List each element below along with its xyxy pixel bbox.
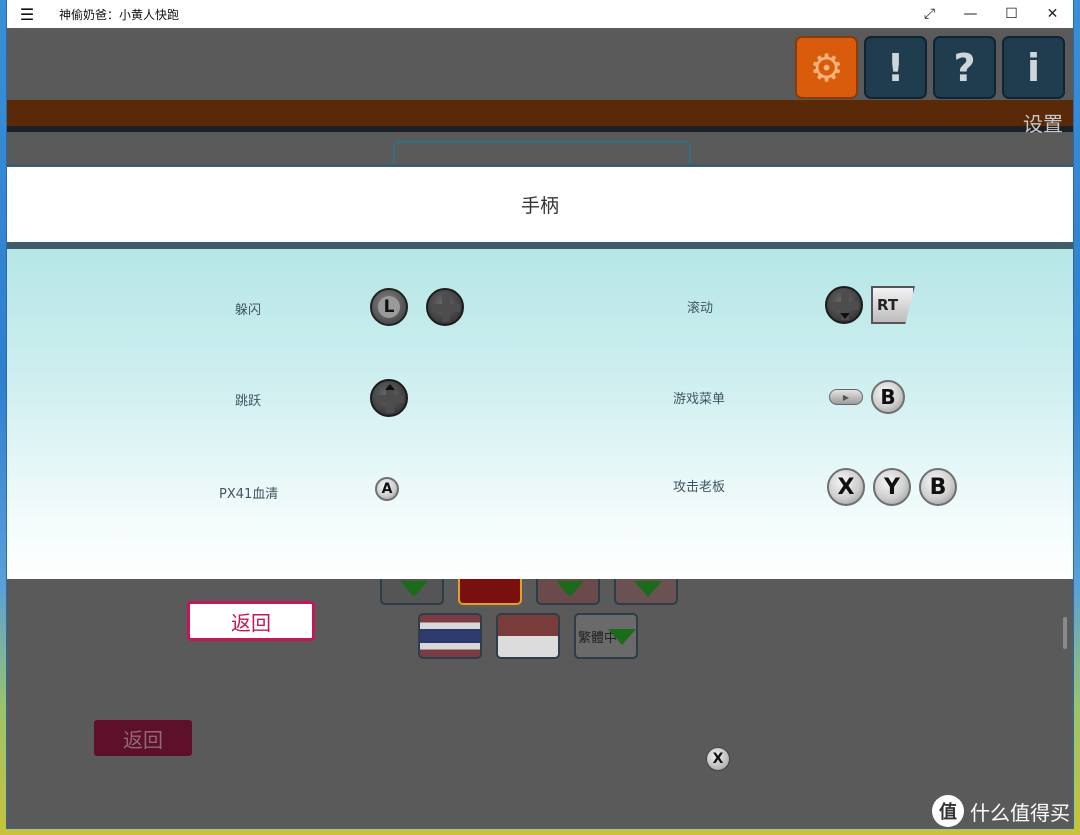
y-button-icon: Y bbox=[873, 468, 911, 506]
window-title: 神偷奶爸：小黄人快跑 bbox=[59, 7, 180, 22]
mapping-label-jump: 跳跃 bbox=[235, 394, 262, 409]
x-close-button-icon[interactable]: X bbox=[706, 747, 730, 771]
minimize-icon[interactable]: — bbox=[950, 0, 991, 28]
mapping-buttons-dodge: L bbox=[370, 288, 464, 326]
dialog-divider bbox=[7, 242, 1073, 249]
language-indonesian-flag[interactable] bbox=[496, 613, 560, 659]
download-arrow-icon bbox=[634, 581, 662, 597]
download-arrow-icon bbox=[400, 581, 428, 597]
language-row-bottom: 繁體中 bbox=[418, 613, 638, 659]
language-option-selected[interactable] bbox=[458, 579, 522, 605]
language-option[interactable] bbox=[380, 579, 444, 605]
x-button-icon: X bbox=[827, 468, 865, 506]
b-button-icon: B bbox=[919, 468, 957, 506]
game-area: ⚙ ! ? i 设置 手柄 躲闪 L 跳跃 PX41血清 A 滚动 RT 游戏菜… bbox=[7, 28, 1073, 828]
maximize-icon[interactable]: ☐ bbox=[991, 0, 1032, 28]
mapping-buttons-roll: RT bbox=[825, 286, 915, 324]
language-settings-area: 繁體中 返回 返回 X bbox=[7, 579, 1073, 828]
settings-gear-icon[interactable]: ⚙ bbox=[795, 36, 858, 99]
mapping-buttons-jump bbox=[370, 379, 408, 417]
watermark-text: 什么值得买 bbox=[970, 800, 1070, 825]
mapping-label-attack-boss: 攻击老板 bbox=[673, 480, 726, 495]
controller-mapping-panel: 躲闪 L 跳跃 PX41血清 A 滚动 RT 游戏菜单 ▶ B 攻击老板 X Y… bbox=[7, 249, 1073, 579]
watermark: 值 什么值得买 bbox=[932, 795, 1070, 827]
controller-dialog-header: 手柄 bbox=[7, 164, 1073, 242]
close-icon[interactable]: ✕ bbox=[1032, 0, 1073, 28]
help-book-icon[interactable]: ? bbox=[933, 36, 996, 99]
start-button-icon: ▶ bbox=[829, 389, 863, 405]
left-stick-icon: L bbox=[370, 288, 408, 326]
language-option[interactable] bbox=[536, 579, 600, 605]
scrollbar[interactable] bbox=[1063, 617, 1067, 649]
top-icon-bar: ⚙ ! ? i bbox=[795, 36, 1065, 99]
rt-trigger-icon: RT bbox=[871, 286, 915, 324]
b-button-icon: B bbox=[871, 380, 905, 414]
mapping-buttons-serum: A bbox=[375, 477, 399, 501]
dpad-down-icon bbox=[825, 286, 863, 324]
exclamation-refresh-icon[interactable]: ! bbox=[864, 36, 927, 99]
language-option[interactable] bbox=[614, 579, 678, 605]
mapping-label-menu: 游戏菜单 bbox=[673, 392, 726, 407]
a-button-icon: A bbox=[375, 477, 399, 501]
mapping-label-serum: PX41血清 bbox=[219, 487, 279, 502]
title-bar: ☰ 神偷奶爸：小黄人快跑 ⤢ — ☐ ✕ bbox=[7, 0, 1073, 28]
back-button[interactable]: 返回 bbox=[187, 601, 315, 641]
mapping-buttons-menu: ▶ B bbox=[829, 380, 905, 414]
mapping-buttons-attack-boss: X Y B bbox=[827, 468, 957, 506]
dpad-up-icon bbox=[370, 379, 408, 417]
language-thai-flag[interactable] bbox=[418, 613, 482, 659]
header-bar bbox=[7, 100, 1073, 132]
mapping-label-dodge: 躲闪 bbox=[235, 303, 262, 318]
back-button-dimmed[interactable]: 返回 bbox=[94, 720, 192, 756]
settings-label: 设置 bbox=[1023, 112, 1063, 136]
info-icon[interactable]: i bbox=[1002, 36, 1065, 99]
download-arrow-icon bbox=[608, 629, 636, 645]
watermark-logo-icon: 值 bbox=[932, 795, 964, 827]
window-controls: ⤢ — ☐ ✕ bbox=[909, 0, 1073, 28]
language-row-top bbox=[380, 579, 678, 605]
language-traditional-chinese[interactable]: 繁體中 bbox=[574, 613, 638, 659]
download-arrow-icon bbox=[556, 581, 584, 597]
resize-icon[interactable]: ⤢ bbox=[909, 0, 950, 28]
app-window: ☰ 神偷奶爸：小黄人快跑 ⤢ — ☐ ✕ ⚙ ! ? i 设置 手柄 躲闪 L bbox=[7, 0, 1073, 828]
hamburger-icon[interactable]: ☰ bbox=[7, 5, 47, 24]
mapping-label-roll: 滚动 bbox=[687, 301, 714, 316]
dialog-title: 手柄 bbox=[520, 195, 559, 217]
dpad-icon bbox=[426, 288, 464, 326]
